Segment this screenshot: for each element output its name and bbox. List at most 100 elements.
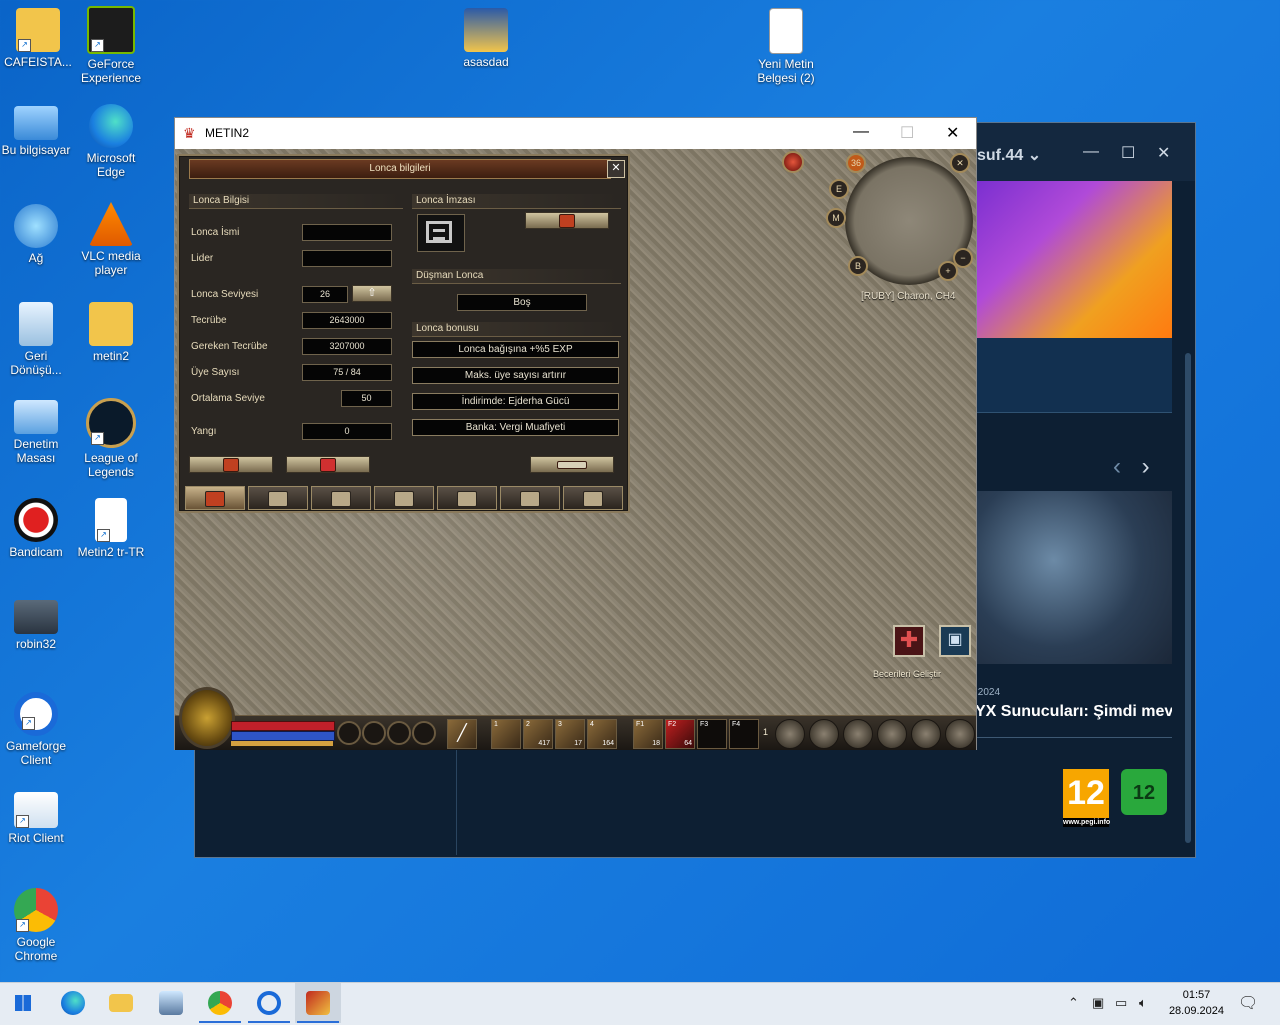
buff-slot[interactable] [362,721,386,745]
minimap-zoom-out-icon[interactable]: − [953,248,973,268]
network-icon[interactable]: ▭ [1115,995,1127,1011]
value-average-level: 50 [341,390,392,407]
desktop-icon-yeni-metin[interactable]: Yeni Metin Belgesi (2) [748,8,824,85]
taskbar-edge[interactable] [50,983,96,1023]
desktop-icon-league[interactable]: ↗ League of Legends [73,398,149,479]
maximize-button[interactable]: ☐ [900,123,914,143]
settings-dial-icon[interactable] [809,719,839,749]
buff-slot[interactable] [387,721,411,745]
desktop-icon-chrome[interactable]: ↗ Google Chrome [0,888,74,963]
quickslot-f4[interactable]: F4 [729,719,759,749]
quickslot-f3[interactable]: F3 [697,719,727,749]
skill-book-button[interactable]: ▣ [939,625,971,657]
close-icon[interactable]: ✕ [607,160,625,178]
gameforge-news-image[interactable] [975,491,1172,664]
tab-guild-grade[interactable] [500,486,560,510]
gameforge-news-headline[interactable]: YX Sunucuları: Şimdi mevc [975,703,1172,721]
desktop-icon-ag[interactable]: Ağ [0,204,74,265]
meet-icon[interactable]: ▣ [1092,995,1104,1011]
panel-title[interactable]: Lonca bilgileri [189,159,611,179]
metin2-titlebar[interactable]: ♛ METIN2 — ☐ ✕ [175,118,976,149]
quickslot-f2[interactable]: F2 64 [665,719,695,749]
stamina-bar [231,741,333,746]
tab-guild-info[interactable] [185,486,245,510]
character-icon[interactable] [843,719,873,749]
desktop-icon-geforce[interactable]: ↗ GeForce Experience [73,6,149,85]
edge-icon [61,991,85,1015]
taskbar-file-explorer[interactable] [98,983,144,1023]
checkmark-icon [320,458,336,472]
quickslot-page[interactable]: 1 [763,727,768,737]
inventory-icon[interactable] [877,719,907,749]
messenger-icon[interactable] [911,719,941,749]
minimize-button[interactable]: — [853,123,869,141]
volume-icon[interactable]: 🔈︎ [1139,995,1147,1011]
desktop-icon-gameforge[interactable]: ↗ Gameforge Client [0,692,74,767]
chevron-right-icon[interactable]: › [1142,453,1150,480]
guild-emblem-button[interactable] [189,456,273,473]
desktop-icon-bandicam[interactable]: Bandicam [0,498,74,559]
desktop-icon-edge[interactable]: Microsoft Edge [73,104,149,179]
label-leader: Lider [191,253,214,264]
value-required-experience: 3207000 [302,338,392,355]
start-button[interactable] [0,983,46,1023]
gameforge-close-button[interactable]: ✕ [1157,143,1170,163]
game-viewport[interactable]: Lonca bilgileri ✕ Lonca Bilgisi Lonca İm… [175,149,976,750]
tab-guild-war[interactable] [563,486,623,510]
camera-icon[interactable] [775,719,805,749]
quickslot-3[interactable]: 3 17 [555,719,585,749]
tab-guild-land[interactable] [374,486,434,510]
notification-icon[interactable]: 🗨︎ [1238,993,1258,1013]
guild-back-button[interactable] [530,456,614,473]
quickslot-2[interactable]: 2 417 [523,719,553,749]
tab-guild-board[interactable] [248,486,308,510]
gameforge-minimize-button[interactable]: — [1083,143,1099,161]
desktop-icon-metin2-trtr[interactable]: ↗ Metin2 tr-TR [73,498,149,559]
gear-icon[interactable] [945,719,975,749]
chevron-left-icon[interactable]: ‹ [1113,453,1121,480]
quickslot-f1[interactable]: F1 18 [633,719,663,749]
desktop-icon-vlc[interactable]: VLC media player [73,202,149,277]
desktop-icon-riot[interactable]: ↗ Riot Client [0,792,74,845]
minimap-button-b[interactable]: B [848,256,868,276]
gameforge-username[interactable]: suf.44 ⌄ [977,145,1041,165]
desktop-icon-label: Google Chrome [14,935,58,963]
buff-slot[interactable] [412,721,436,745]
level-up-button[interactable]: ⇧ [352,285,392,302]
event-orb-icon[interactable] [782,151,804,173]
taskbar-chrome[interactable] [197,983,243,1023]
skill-upgrade-button[interactable]: ✚ [893,625,925,657]
minimap-close-icon[interactable]: ✕ [950,153,970,173]
taskbar-clock[interactable]: 01:57 28.09.2024 [1169,987,1224,1019]
minimap-button-m[interactable]: M [826,208,846,228]
taskbar-metin2[interactable] [295,983,341,1023]
tab-guild-skills[interactable] [437,486,497,510]
guild-vote-button[interactable] [286,456,370,473]
desktop-icon-geri-donusum[interactable]: Geri Dönüşü... [0,302,74,377]
buff-slot[interactable] [337,721,361,745]
desktop-icon-metin2-folder[interactable]: metin2 [73,302,149,363]
metin2-window[interactable]: ♛ METIN2 — ☐ ✕ Lonca bilgileri ✕ Lonca B… [174,117,977,750]
close-button[interactable]: ✕ [946,123,959,143]
quickslot-4[interactable]: 4 164 [587,719,617,749]
taskbar-control-panel[interactable] [148,983,194,1023]
quickslot-sword[interactable]: ╱ [447,719,477,749]
desktop-icon-asasdad[interactable]: asasdad [448,8,524,69]
quickslot-1[interactable]: 1 [491,719,521,749]
desktop-icon-robin32[interactable]: robin32 [0,600,74,651]
gameforge-promo-banner[interactable] [975,181,1172,338]
character-orb-icon[interactable] [179,687,235,749]
desktop-icon-bu-bilgisayar[interactable]: Bu bilgisayar [0,106,74,157]
tab-guild-members[interactable] [311,486,371,510]
signature-upload-button[interactable] [525,212,609,229]
gameforge-scrollbar[interactable] [1185,353,1191,843]
desktop-icon-cafeista[interactable]: ↗ CAFEISTA... [0,8,76,69]
taskbar-gameforge[interactable] [246,983,292,1023]
divider [975,737,1172,738]
minimap-button-e[interactable]: E [829,179,849,199]
gameforge-carousel-arrows: ‹ › [1113,453,1150,481]
chevron-up-icon[interactable]: ⌃ [1068,995,1079,1011]
gameforge-maximize-button[interactable]: ☐ [1121,143,1135,163]
guild-info-panel[interactable]: Lonca bilgileri ✕ Lonca Bilgisi Lonca İm… [177,154,630,513]
desktop-icon-denetim[interactable]: Denetim Masası [0,400,74,465]
